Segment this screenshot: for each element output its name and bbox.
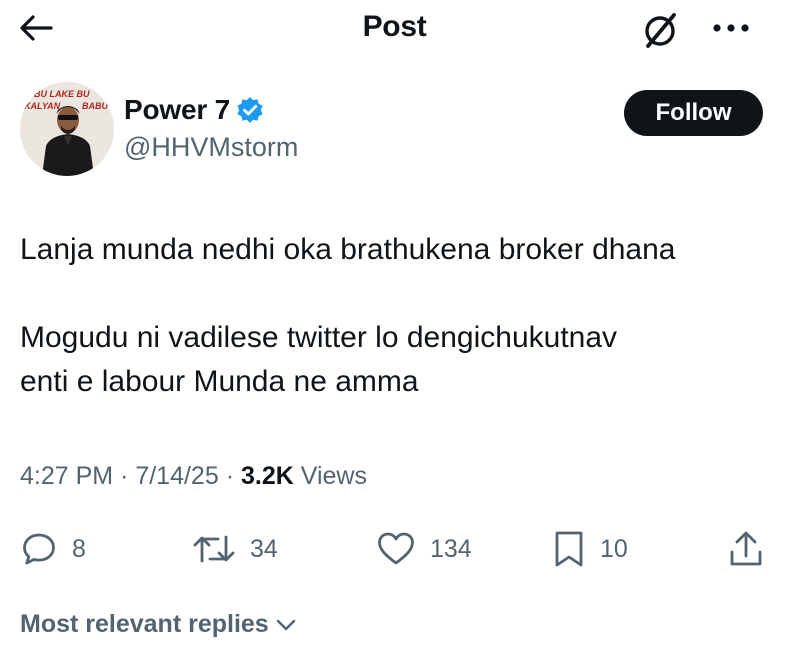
post-paragraph-2-line-1: Mogudu ni vadilese twitter lo dengichuku… — [20, 321, 618, 354]
meta-separator-1: · — [113, 462, 136, 490]
action-bar: 8 34 134 10 — [0, 524, 789, 574]
repost-button[interactable]: 34 — [192, 524, 278, 574]
repost-icon — [193, 535, 235, 563]
top-bar: Post — [0, 0, 789, 60]
chevron-down-icon — [276, 619, 295, 630]
views-label: Views — [293, 462, 367, 490]
author-handle[interactable]: @HHVMstorm — [124, 132, 298, 163]
follow-button[interactable]: Follow — [624, 90, 763, 136]
like-button[interactable]: 134 — [376, 524, 472, 574]
views-count[interactable]: 3.2K — [241, 462, 294, 490]
meta-separator-2: · — [218, 462, 241, 490]
like-count: 134 — [430, 534, 472, 563]
author-name-row[interactable]: Power 7 — [124, 94, 264, 126]
post-time[interactable]: 4:27 PM — [20, 462, 113, 490]
grok-icon — [645, 13, 676, 48]
post-body: Lanja munda nedhi oka brathukena broker … — [20, 228, 770, 404]
svg-text:BABU: BABU — [82, 101, 108, 111]
bookmark-button[interactable]: 10 — [552, 524, 628, 574]
share-icon — [730, 531, 762, 566]
svg-text:KALYAN: KALYAN — [24, 101, 61, 111]
post-date[interactable]: 7/14/25 — [135, 462, 218, 490]
post-paragraph-1: Lanja munda nedhi oka brathukena broker … — [20, 233, 676, 266]
heart-icon — [378, 532, 414, 565]
replies-sort-label: Most relevant replies — [20, 610, 269, 638]
reply-count: 8 — [72, 534, 86, 563]
verified-badge-icon — [237, 97, 263, 123]
replies-sort-dropdown[interactable]: Most relevant replies — [20, 610, 297, 639]
reply-button[interactable]: 8 — [20, 524, 86, 574]
reply-icon — [23, 533, 55, 565]
repost-count: 34 — [250, 534, 278, 563]
more-options-button[interactable] — [708, 8, 754, 48]
post-paragraph-2-line-2: enti e labour Munda ne amma — [20, 365, 419, 398]
avatar[interactable]: BU LAKE BU KALYAN BABU — [20, 82, 114, 176]
share-button[interactable] — [728, 524, 764, 574]
bookmark-count: 10 — [600, 534, 628, 563]
more-dots-icon — [713, 24, 749, 32]
svg-text:BU LAKE BU: BU LAKE BU — [34, 89, 90, 99]
display-name: Power 7 — [124, 94, 230, 125]
bookmark-icon — [555, 531, 583, 567]
post-metadata: 4:27 PM · 7/14/25 · 3.2K Views — [20, 462, 367, 491]
grok-button[interactable] — [638, 8, 682, 52]
avatar-image: BU LAKE BU KALYAN BABU — [20, 82, 114, 176]
